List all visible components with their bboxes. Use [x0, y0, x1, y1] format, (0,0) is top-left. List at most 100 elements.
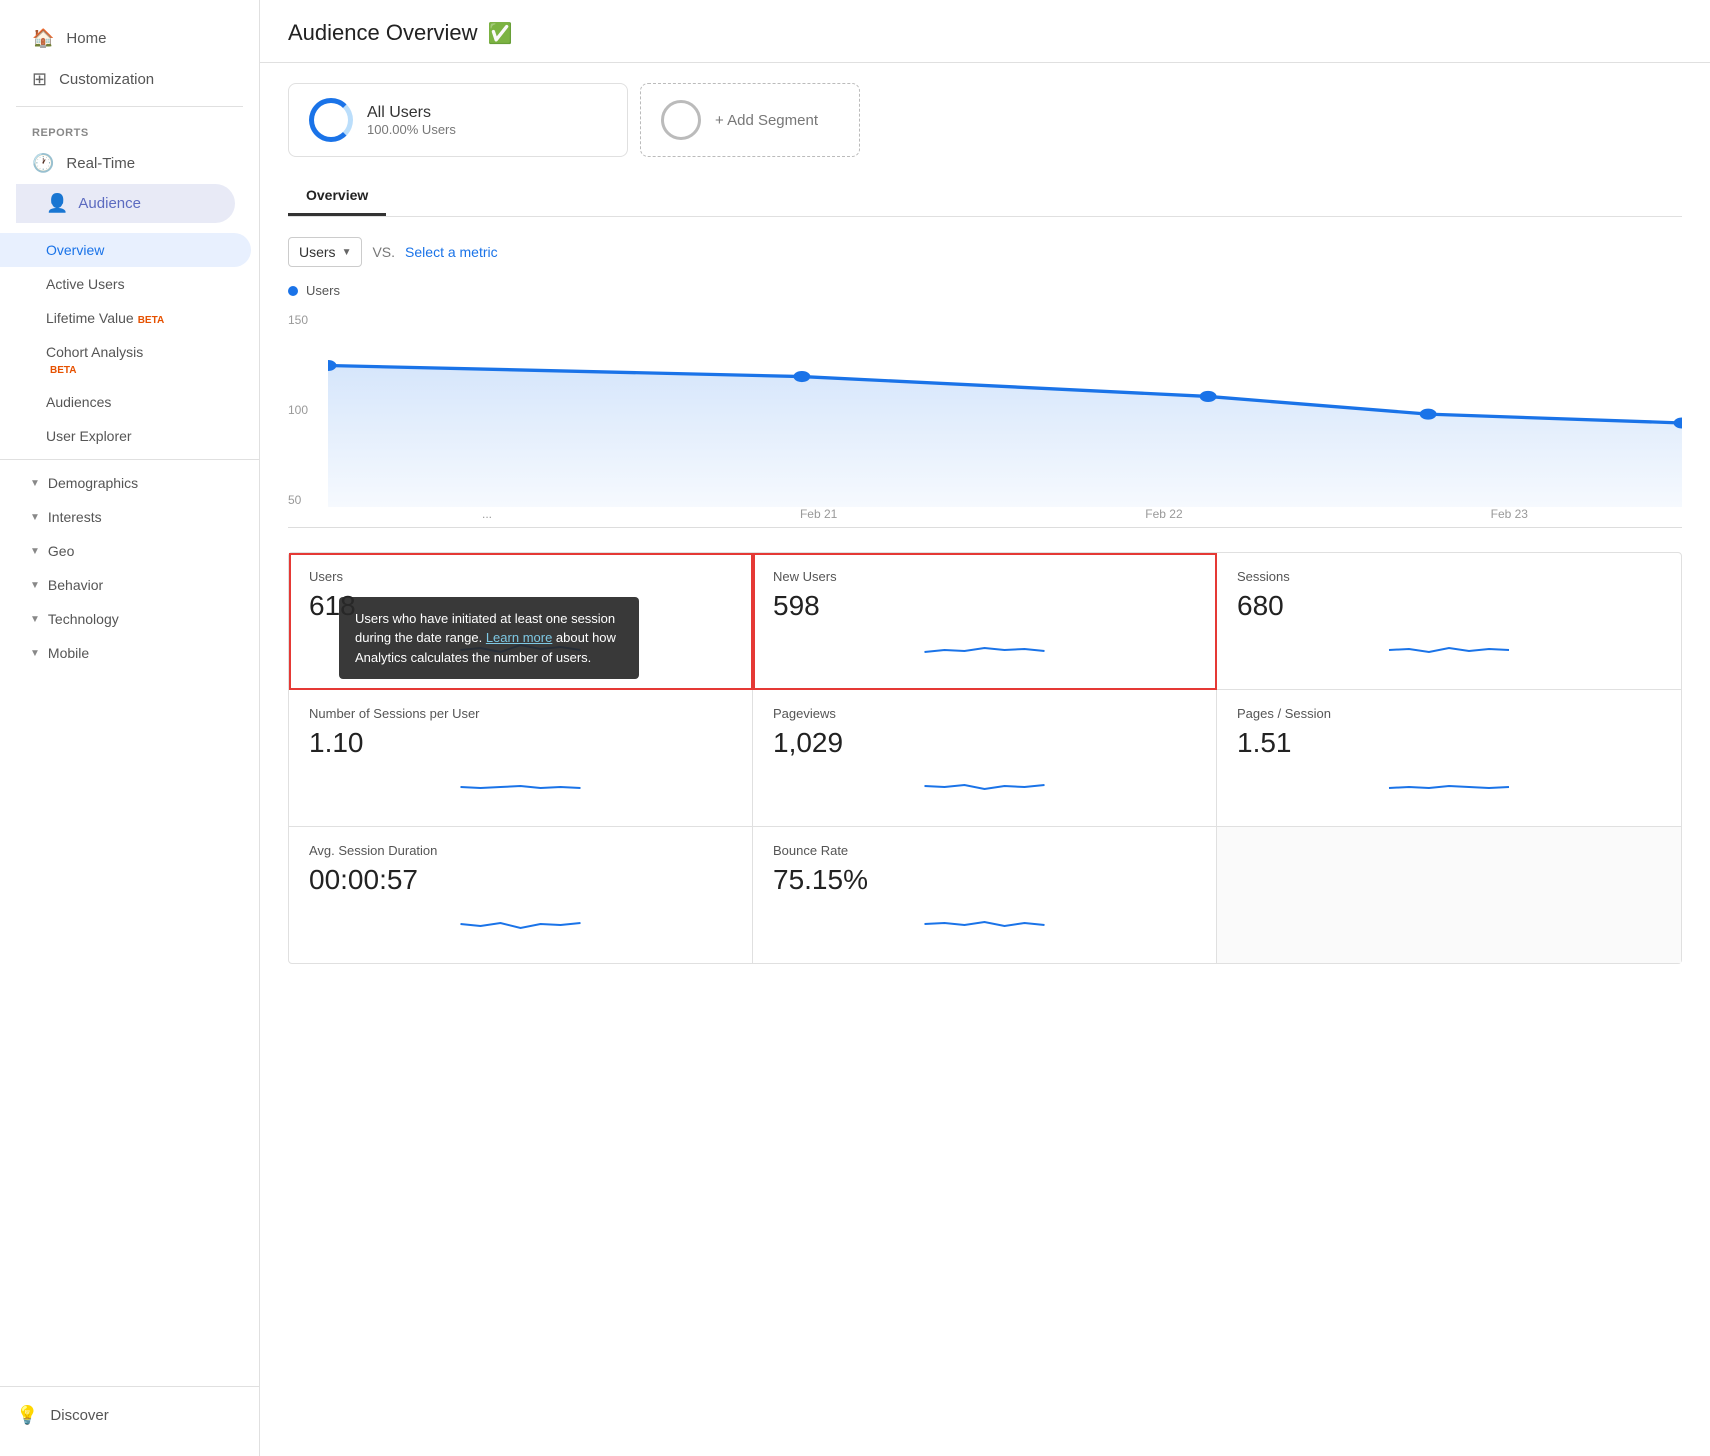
metric-new-users-label: New Users	[773, 569, 1196, 584]
sidebar-item-mobile[interactable]: ▼ Mobile	[0, 636, 259, 670]
audience-subnav: Overview Active Users Lifetime ValueBETA…	[0, 233, 259, 670]
metric-bounce-rate-value: 75.15%	[773, 864, 1196, 896]
metric-new-users-value: 598	[773, 590, 1196, 622]
metric-pages-per-session-value: 1.51	[1237, 727, 1661, 759]
add-segment-label: + Add Segment	[715, 112, 818, 129]
dropdown-caret: ▼	[342, 247, 352, 258]
segment-pct: 100.00% Users	[367, 122, 456, 137]
metric-sessions-label: Sessions	[1237, 569, 1661, 584]
segment-info: All Users 100.00% Users	[367, 104, 456, 137]
y-label-50: 50	[288, 493, 328, 507]
bounce-rate-sparkline	[773, 904, 1196, 944]
chart-area	[328, 308, 1682, 507]
chart-container: 150 100 50	[288, 308, 1682, 528]
vs-label: VS.	[372, 244, 395, 260]
sidebar-bottom: 💡 Discover	[0, 1386, 259, 1436]
chart-dot-2	[793, 371, 810, 382]
select-metric-link[interactable]: Select a metric	[405, 244, 498, 260]
sidebar-item-audiences[interactable]: Audiences	[0, 385, 259, 419]
lifetime-value-beta: BETA	[138, 315, 164, 326]
sidebar-item-interests[interactable]: ▼ Interests	[0, 500, 259, 534]
sidebar-item-technology[interactable]: ▼ Technology	[0, 602, 259, 636]
main-content: Audience Overview ✅ All Users 100.00% Us…	[260, 0, 1710, 1456]
chart-svg	[328, 308, 1682, 507]
metric-bounce-rate-label: Bounce Rate	[773, 843, 1196, 858]
new-users-sparkline	[773, 630, 1196, 670]
sidebar-item-active-users[interactable]: Active Users	[0, 267, 259, 301]
page-header: Audience Overview ✅	[260, 0, 1710, 63]
segment-bar: All Users 100.00% Users + Add Segment	[288, 83, 1682, 157]
metric-dropdown[interactable]: Users ▼	[288, 237, 362, 267]
metric-empty	[1217, 827, 1681, 963]
add-segment-button[interactable]: + Add Segment	[640, 83, 860, 157]
users-tooltip: Users who have initiated at least one se…	[339, 597, 639, 680]
chevron-behavior: ▼	[30, 580, 40, 591]
metric-pages-per-session-label: Pages / Session	[1237, 706, 1661, 721]
metric-pageviews-value: 1,029	[773, 727, 1196, 759]
metric-sessions-per-user-label: Number of Sessions per User	[309, 706, 732, 721]
chevron-technology: ▼	[30, 614, 40, 625]
discover-icon: 💡	[16, 1405, 38, 1426]
pageviews-sparkline	[773, 767, 1196, 807]
sidebar-item-lifetime-value[interactable]: Lifetime ValueBETA	[0, 301, 259, 335]
x-label-dots: ...	[482, 507, 492, 527]
x-label-feb21: Feb 21	[800, 507, 837, 527]
sidebar: 🏠 Home ⊞ Customization REPORTS 🕐 Real-Ti…	[0, 0, 260, 1456]
sidebar-item-overview[interactable]: Overview	[0, 233, 251, 267]
metric-sessions-per-user-value: 1.10	[309, 727, 732, 759]
sidebar-item-cohort-analysis[interactable]: Cohort AnalysisBETA	[0, 335, 259, 385]
metric-pages-per-session: Pages / Session 1.51	[1217, 690, 1681, 827]
chart-y-labels: 150 100 50	[288, 308, 328, 527]
chevron-interests: ▼	[30, 512, 40, 523]
y-label-100: 100	[288, 403, 328, 417]
metric-users-label: Users	[309, 569, 732, 584]
metric-sessions-per-user: Number of Sessions per User 1.10	[289, 690, 753, 827]
x-label-feb23: Feb 23	[1491, 507, 1528, 527]
sidebar-item-home[interactable]: 🏠 Home	[16, 18, 243, 59]
y-label-150: 150	[288, 313, 328, 327]
add-segment-circle	[661, 100, 701, 140]
sidebar-item-user-explorer[interactable]: User Explorer	[0, 419, 259, 453]
cohort-analysis-beta: BETA	[50, 365, 76, 376]
metric-sessions-value: 680	[1237, 590, 1661, 622]
chart-x-labels: ... Feb 21 Feb 22 Feb 23	[328, 507, 1682, 527]
tabs-row: Overview	[288, 177, 1682, 217]
content-area: All Users 100.00% Users + Add Segment Ov…	[260, 63, 1710, 1004]
sidebar-item-geo[interactable]: ▼ Geo	[0, 534, 259, 568]
chart-section: Users 150 100 50	[288, 283, 1682, 528]
legend-dot	[288, 286, 298, 296]
sessions-per-user-sparkline	[309, 767, 732, 807]
sidebar-item-discover[interactable]: 💡 Discover	[0, 1395, 259, 1436]
metric-bounce-rate: Bounce Rate 75.15%	[753, 827, 1217, 963]
sidebar-item-demographics[interactable]: ▼ Demographics	[0, 466, 259, 500]
sidebar-divider-2	[0, 459, 259, 460]
metric-avg-session-duration: Avg. Session Duration 00:00:57	[289, 827, 753, 963]
audience-icon: 👤	[46, 193, 68, 214]
sidebar-realtime-label: Real-Time	[66, 155, 135, 172]
sidebar-item-realtime[interactable]: 🕐 Real-Time	[16, 143, 243, 184]
sidebar-audience-label: Audience	[78, 195, 141, 212]
customization-icon: ⊞	[32, 69, 47, 90]
verified-icon: ✅	[488, 21, 513, 46]
chart-dot-4	[1420, 409, 1437, 420]
pages-per-session-sparkline	[1237, 767, 1661, 807]
metric-avg-session-duration-label: Avg. Session Duration	[309, 843, 732, 858]
metric-users: Users 618 Users who have initiated at le…	[289, 553, 753, 690]
tooltip-link[interactable]: Learn more	[486, 630, 552, 645]
metric-new-users: New Users 598	[753, 553, 1217, 690]
sessions-sparkline	[1237, 630, 1661, 670]
metric-label: Users	[299, 244, 336, 260]
reports-section-label: REPORTS	[16, 113, 243, 143]
metric-pageviews: Pageviews 1,029	[753, 690, 1217, 827]
chevron-demographics: ▼	[30, 478, 40, 489]
avg-session-duration-sparkline	[309, 904, 732, 944]
sidebar-item-audience[interactable]: 👤 Audience	[16, 184, 235, 223]
chart-legend: Users	[288, 283, 1682, 298]
chart-dot-3	[1200, 391, 1217, 402]
tab-overview[interactable]: Overview	[288, 177, 386, 216]
sidebar-home-label: Home	[66, 30, 106, 47]
all-users-segment[interactable]: All Users 100.00% Users	[288, 83, 628, 157]
sidebar-item-customization[interactable]: ⊞ Customization	[16, 59, 243, 100]
sidebar-item-behavior[interactable]: ▼ Behavior	[0, 568, 259, 602]
clock-icon: 🕐	[32, 153, 54, 174]
